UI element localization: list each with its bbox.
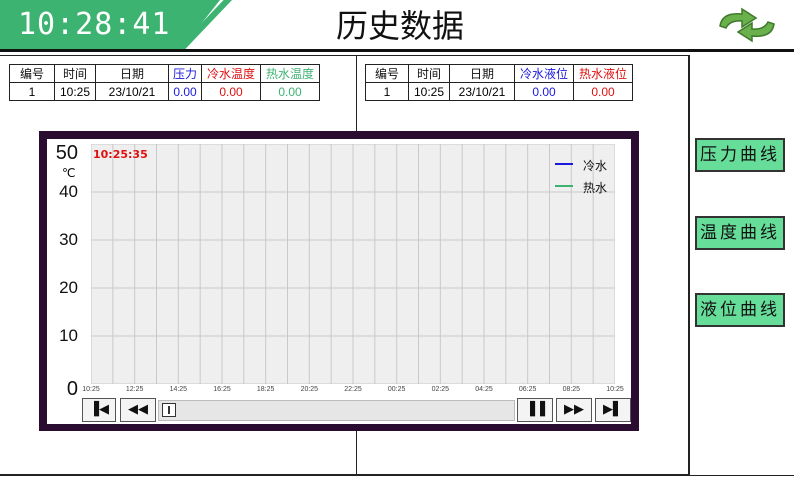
pressure-temp-table: 编号 时间 日期 压力 冷水温度 热水温度 1 10:25 23/10/21 0… <box>9 64 320 101</box>
x-tick-label: 10:25 <box>82 386 100 393</box>
col-header: 编号 <box>365 64 409 83</box>
scroll-thumb-grip <box>168 406 170 414</box>
cell-id: 1 <box>9 82 55 101</box>
rewind-button[interactable]: ◀◀ <box>120 398 156 422</box>
temperature-curve-button[interactable]: 温度曲线 <box>695 216 785 250</box>
y-tick-label: 30 <box>59 230 78 249</box>
y-tick-label: 50 <box>55 142 78 164</box>
col-header: 日期 <box>449 64 515 83</box>
x-tick-label: 06:25 <box>518 386 537 393</box>
table-row[interactable]: 1 10:25 23/10/21 0.00 0.00 <box>365 82 633 101</box>
x-tick-label: 20:25 <box>300 386 319 393</box>
legend-label: 冷水 <box>583 159 608 173</box>
cell-cold-temp: 0.00 <box>201 82 261 101</box>
x-tick-label: 08:25 <box>562 386 581 393</box>
x-tick-label: 16:25 <box>213 386 231 393</box>
refresh-arrows-icon[interactable] <box>712 6 782 44</box>
y-tick-label: 10 <box>59 326 78 345</box>
side-panel <box>689 55 794 475</box>
col-header: 编号 <box>9 64 55 83</box>
x-tick-label: 02:25 <box>431 386 450 393</box>
footer-divider <box>0 475 794 481</box>
pause-button[interactable]: ▐▐ <box>517 398 553 422</box>
y-axis-unit: ℃ <box>62 166 76 180</box>
legend-swatch <box>555 163 573 165</box>
x-tick-label: 10:25 <box>606 386 624 393</box>
cell-time: 10:25 <box>54 82 96 101</box>
cell-hot-level: 0.00 <box>573 82 633 101</box>
y-tick-label: 40 <box>59 182 78 201</box>
x-tick-label: 18:25 <box>256 386 275 393</box>
chart-cursor-time: 10:25:35 <box>93 148 148 161</box>
x-tick-label: 04:25 <box>475 386 493 393</box>
page-title: 历史数据 <box>335 7 464 45</box>
cell-id: 1 <box>365 82 409 101</box>
first-page-button[interactable]: ▐◀ <box>82 398 116 422</box>
legend-swatch <box>555 185 573 187</box>
x-tick-label: 14:25 <box>169 386 188 393</box>
cell-date: 23/10/21 <box>95 82 169 101</box>
cell-pressure: 0.00 <box>168 82 202 101</box>
table-header-row: 编号 时间 日期 冷水液位 热水液位 <box>365 64 633 83</box>
col-header: 时间 <box>54 64 96 83</box>
header-divider <box>0 49 794 52</box>
forward-button[interactable]: ▶▶ <box>556 398 592 422</box>
cell-date: 23/10/21 <box>449 82 515 101</box>
col-header: 冷水温度 <box>201 64 261 83</box>
y-tick-label: 20 <box>59 278 78 297</box>
cell-time: 10:25 <box>408 82 450 101</box>
cell-hot-temp: 0.00 <box>260 82 320 101</box>
last-page-button[interactable]: ▶▌ <box>595 398 631 422</box>
x-tick-label: 12:25 <box>125 386 144 393</box>
col-header: 压力 <box>168 64 202 83</box>
table-header-row: 编号 时间 日期 压力 冷水温度 热水温度 <box>9 64 320 83</box>
level-table: 编号 时间 日期 冷水液位 热水液位 1 10:25 23/10/21 0.00… <box>365 64 633 101</box>
scroll-thumb[interactable] <box>162 403 176 417</box>
pressure-curve-button[interactable]: 压力曲线 <box>695 138 785 172</box>
col-header: 时间 <box>408 64 450 83</box>
col-header: 热水液位 <box>573 64 633 83</box>
col-header: 日期 <box>95 64 169 83</box>
x-tick-label: 00:25 <box>387 386 406 393</box>
col-header: 冷水液位 <box>514 64 574 83</box>
chart-scrollbar[interactable] <box>158 400 515 421</box>
table-row[interactable]: 1 10:25 23/10/21 0.00 0.00 0.00 <box>9 82 320 101</box>
legend-label: 热水 <box>583 181 608 195</box>
cell-cold-level: 0.00 <box>514 82 574 101</box>
x-tick-label: 22:25 <box>344 386 362 393</box>
level-curve-button[interactable]: 液位曲线 <box>695 293 785 327</box>
col-header: 热水温度 <box>260 64 320 83</box>
trend-chart-plot[interactable] <box>91 144 615 384</box>
